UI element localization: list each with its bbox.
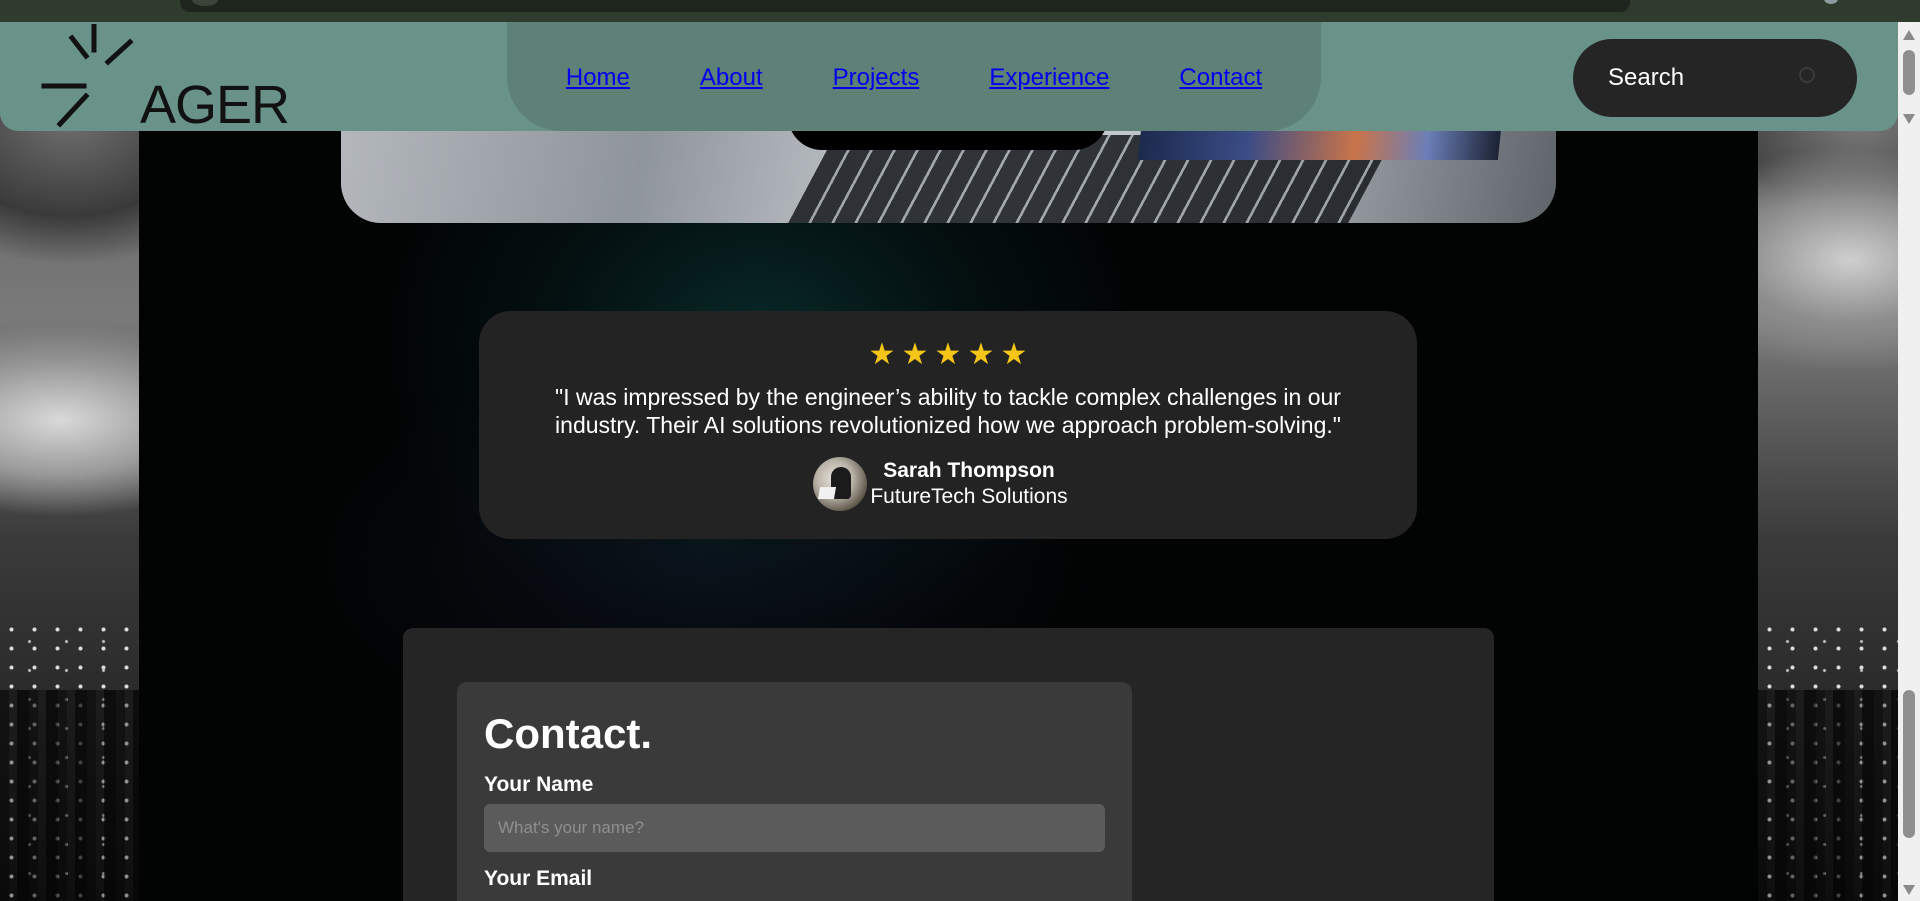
nav-link-home[interactable]: Home bbox=[566, 64, 630, 92]
site-header: AGER Home About Projects Experience Cont… bbox=[0, 22, 1898, 132]
testimonial-quote-line-2: industry. Their AI solutions revolutioni… bbox=[555, 412, 1341, 438]
page-scrollbar[interactable] bbox=[1898, 22, 1920, 901]
testimonial-quote-line-1: "I was impressed by the engineer’s abili… bbox=[555, 384, 1341, 410]
nav-link-experience[interactable]: Experience bbox=[989, 64, 1109, 92]
name-field[interactable] bbox=[484, 804, 1105, 852]
star-icon: ★ bbox=[1000, 337, 1028, 372]
testimonial-quote: "I was impressed by the engineer’s abili… bbox=[529, 383, 1367, 439]
extension-icon[interactable] bbox=[1824, 0, 1838, 4]
name-field-label: Your Name bbox=[484, 773, 594, 796]
star-rating: ★ ★ ★ ★ ★ bbox=[479, 337, 1417, 372]
ager-logo[interactable]: AGER bbox=[40, 23, 290, 132]
author-name: Sarah Thompson bbox=[883, 459, 1055, 482]
star-icon: ★ bbox=[901, 337, 929, 372]
header-scroll-down-arrow-icon[interactable] bbox=[1903, 114, 1915, 124]
search-box[interactable] bbox=[1573, 39, 1857, 117]
city-buildings-right bbox=[1758, 690, 1898, 901]
testimonial-card: ★ ★ ★ ★ ★ "I was impressed by the engine… bbox=[479, 311, 1417, 539]
avatar-laptop-screen bbox=[817, 487, 837, 499]
nav-link-contact[interactable]: Contact bbox=[1179, 64, 1262, 92]
address-bar[interactable] bbox=[180, 0, 1630, 12]
search-icon[interactable] bbox=[1799, 67, 1815, 83]
star-icon: ★ bbox=[934, 337, 962, 372]
scroll-thumb[interactable] bbox=[1903, 690, 1915, 838]
star-icon: ★ bbox=[868, 337, 896, 372]
contact-title: Contact. bbox=[484, 710, 652, 757]
scroll-up-arrow-icon[interactable] bbox=[1903, 30, 1915, 40]
star-icon: ★ bbox=[967, 337, 995, 372]
email-field-label: Your Email bbox=[484, 867, 593, 890]
main-nav: Home About Projects Experience Contact bbox=[507, 64, 1321, 92]
nav-link-about[interactable]: About bbox=[700, 64, 763, 92]
avatar bbox=[813, 457, 867, 511]
scroll-down-arrow-icon[interactable] bbox=[1903, 885, 1915, 895]
header-scroll-thumb[interactable] bbox=[1903, 50, 1915, 95]
author-company: FutureTech Solutions bbox=[870, 485, 1068, 508]
search-input[interactable] bbox=[1608, 64, 1798, 92]
testimonial-author: Sarah Thompson FutureTech Solutions bbox=[479, 457, 1417, 513]
logo-text: AGER bbox=[140, 75, 290, 135]
browser-top-strip bbox=[0, 0, 1920, 22]
city-buildings-left bbox=[0, 690, 140, 901]
nav-link-projects[interactable]: Projects bbox=[833, 64, 920, 92]
